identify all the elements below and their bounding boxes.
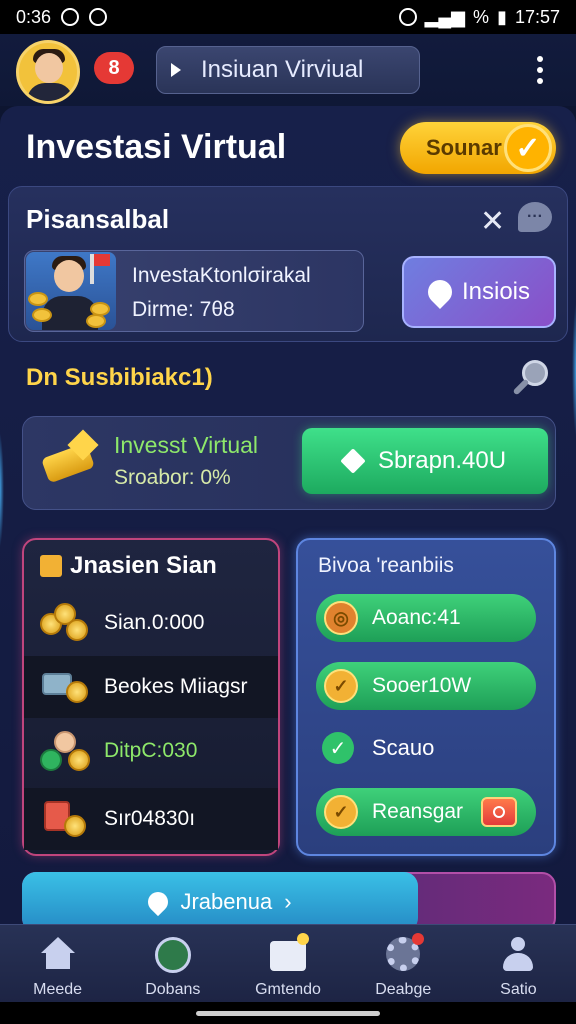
nav-label: Deabge [375,981,432,998]
person-icon [499,937,537,975]
battery-percent: % [473,6,490,27]
nav-item-gmtendo[interactable]: Gmtendo [230,925,345,1002]
status-bar: 0:36 ▂▄▆ % ▮ 17:57 [0,0,576,34]
close-icon[interactable]: ✕ [480,204,505,239]
list-item-label: Sır04830ı [104,807,196,830]
board-icon [269,933,309,975]
edge-glow-right [572,300,576,440]
nav-item-home[interactable]: Meede [0,925,115,1002]
play-icon [171,63,181,77]
top-search-button[interactable]: Insiuan Virviual [156,46,420,94]
coin-icon: ✓ [324,669,358,703]
list-item[interactable]: Sır04830ı [24,788,278,850]
more-menu-icon[interactable] [528,52,552,88]
invest-summary-title: Invesst Virtual [114,432,259,458]
signal-icon: ▂▄▆ [424,6,466,27]
nav-item-dobans[interactable]: Dobans [115,925,230,1002]
invest-summary-subtitle: Sroabor: 0% [114,466,231,489]
nav-label: Dobans [145,981,201,998]
status-time: 0:36 [16,6,52,27]
growth-arrow-icon [38,429,102,488]
clock-icon [154,937,192,975]
list-item-label: Beokes Miiagsr [104,675,248,698]
badge-count: 8 [108,56,120,79]
page-title: Investasi Virtual [26,128,287,166]
bottom-nav: Meede Dobans Gmtendo Deabge Satio [0,924,576,1002]
investor-image [26,252,116,330]
home-icon [39,937,77,975]
chevron-right-icon: › [284,889,292,914]
settings-status-icon [89,8,108,26]
target-icon: ◎ [324,601,358,635]
bottom-action-label: Jrabenua [180,889,273,914]
action-pill-label: Reansgar [372,800,464,823]
info-button-label: Insiois [461,278,531,305]
investor-icon [40,731,94,771]
location-icon [144,887,173,917]
nav-label: Meede [33,981,83,998]
check-icon: ✓ [322,732,354,764]
box-icon [40,555,62,577]
bottom-action-button[interactable]: Jrabenua › [22,872,418,932]
tag-icon [340,448,366,474]
action-pill[interactable]: ◎ Aoanc:41 [316,594,536,642]
status-item[interactable]: ✓ Scauo [322,732,434,764]
document-icon [40,799,94,839]
notification-icon [61,8,80,26]
section-title: Dn Susbibiakc1) [26,364,213,391]
check-icon: ✓ [504,124,552,172]
alarm-icon [398,8,417,26]
confirm-button-label: Sounar [426,135,502,160]
right-panel-title: Bivoa 'reanbiis [318,554,454,577]
investment-item-value: Dirme: 7θ8 [132,298,235,321]
top-search-label: Insiuan Virviual [201,56,364,83]
coin-icon: ✓ [324,795,358,829]
avatar[interactable] [16,40,80,104]
list-item-label: Sian.0:000 [104,611,205,634]
wallet-icon [40,667,94,707]
camera-icon [481,797,518,827]
list-item[interactable]: Sian.0:000 [24,592,278,654]
info-button[interactable]: Insiois [402,256,556,328]
notification-badge[interactable]: 8 [94,52,134,84]
search-icon[interactable] [508,358,552,402]
nav-item-profile[interactable]: Satio [461,925,576,1002]
left-panel-title: Jnasien Sian [40,552,217,580]
investment-item-name: InvestaKtonlσirakal [132,264,311,287]
action-pill-label: Aoanc:41 [372,606,461,629]
status-item-label: Scauo [372,735,435,760]
gear-icon [384,933,425,975]
list-item[interactable]: DitpC:030 [24,720,278,782]
gesture-bar [0,1002,576,1024]
edge-glow-left [0,430,4,550]
list-item[interactable]: Beokes Miiagsr [24,656,278,718]
status-clock: 17:57 [514,6,560,27]
action-pill[interactable]: ✓ Reansgar [316,788,536,836]
card-title: Pisansalbal [26,204,170,234]
nav-label: Gmtendo [255,981,321,998]
action-pill-label: Sooer10W [372,674,472,697]
nav-label: Satio [500,981,537,998]
left-panel-title-text: Jnasien Sian [70,552,217,579]
pin-icon [423,275,457,309]
action-pill[interactable]: ✓ Sooer10W [316,662,536,710]
confirm-button[interactable]: Sounar ✓ [400,122,556,174]
nav-item-settings[interactable]: Deabge [346,925,461,1002]
battery-icon: ▮ [497,6,507,27]
coins-icon [40,603,94,643]
invest-action-button[interactable]: Sbrapn.40U [302,428,548,494]
chat-icon[interactable]: ··· [518,202,552,232]
list-item-label: DitpC:030 [104,739,198,762]
invest-action-label: Sbrapn.40U [377,447,507,474]
